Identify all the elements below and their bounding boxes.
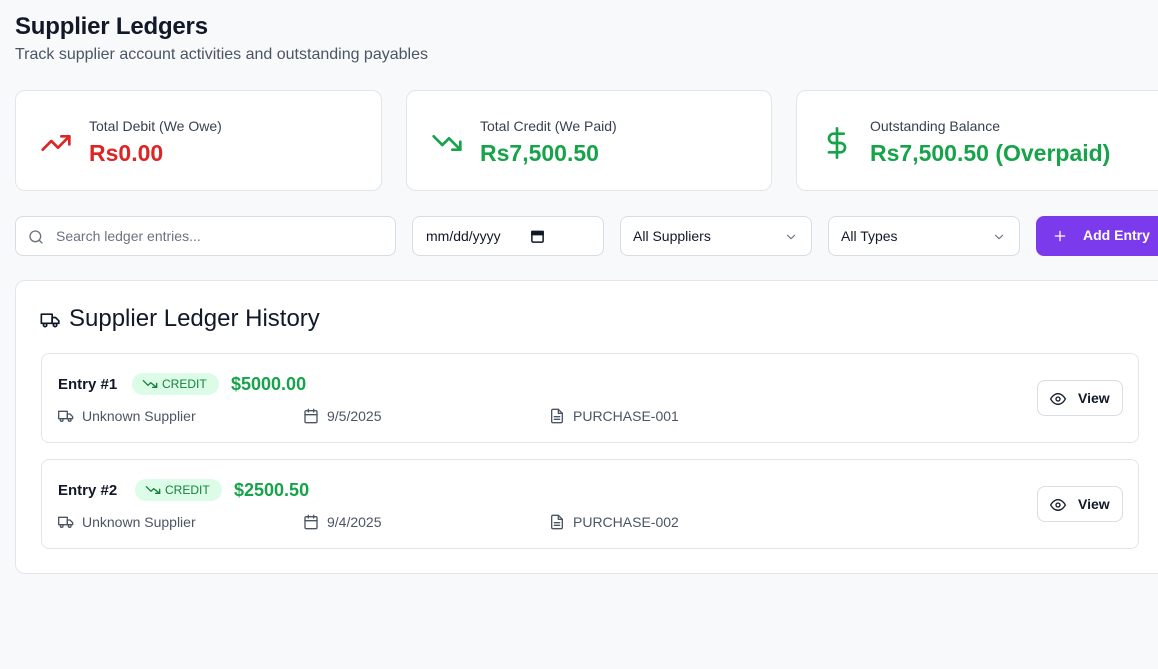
calendar-icon[interactable]: [530, 229, 545, 244]
calendar-icon: [304, 408, 318, 424]
truck-icon: [58, 410, 74, 422]
add-entry-label: Add Entry: [1083, 227, 1150, 243]
date-value: 9/4/2025: [327, 514, 382, 530]
stat-label: Total Credit (We Paid): [480, 118, 617, 134]
badge-label: CREDIT: [162, 377, 207, 391]
entry-title: Entry #1: [58, 376, 118, 393]
trending-down-icon: [432, 135, 462, 151]
entry-supplier: Unknown Supplier: [58, 514, 196, 530]
page-subtitle: Track supplier account activities and ou…: [15, 46, 428, 63]
entry-amount: $5000.00: [231, 374, 307, 394]
entry-date: 9/4/2025: [303, 514, 382, 530]
supplier-name: Unknown Supplier: [82, 408, 196, 424]
date-value: 9/5/2025: [327, 408, 382, 424]
page-title: Supplier Ledgers: [15, 13, 208, 40]
search-icon: [29, 230, 43, 244]
reference-value: PURCHASE-002: [573, 514, 679, 530]
badge-label: CREDIT: [165, 483, 210, 497]
supplier-select-value: All Suppliers: [633, 228, 711, 244]
view-label: View: [1078, 496, 1110, 512]
section-title: Supplier Ledger History: [69, 305, 320, 332]
trending-up-icon: [41, 135, 71, 151]
eye-icon: [1050, 499, 1066, 511]
ledger-history-panel: Supplier Ledger History Entry #1 CREDIT …: [15, 280, 1158, 574]
type-select[interactable]: All Types: [828, 216, 1020, 256]
entry-date: 9/5/2025: [303, 408, 382, 424]
stat-card-balance: Outstanding Balance Rs7,500.50 (Overpaid…: [796, 90, 1158, 191]
ledger-entry: Entry #1 CREDIT $5000.00 Unknown Supplie…: [41, 353, 1139, 443]
stat-value: Rs7,500.50: [480, 140, 599, 166]
chevron-down-icon: [786, 234, 796, 240]
entry-reference: PURCHASE-002: [549, 514, 679, 530]
supplier-name: Unknown Supplier: [82, 514, 196, 530]
view-label: View: [1078, 390, 1110, 406]
document-icon: [551, 514, 563, 530]
stat-card-debit: Total Debit (We Owe) Rs0.00: [15, 90, 382, 191]
plus-icon: [1054, 230, 1066, 242]
date-input[interactable]: mm/dd/yyyy: [426, 228, 501, 244]
stat-value: Rs7,500.50 (Overpaid): [870, 140, 1111, 166]
entry-supplier: Unknown Supplier: [58, 408, 196, 424]
ledger-entry: Entry #2 CREDIT $2500.50 Unknown Supplie…: [41, 459, 1139, 549]
search-input[interactable]: [56, 217, 396, 255]
stat-value: Rs0.00: [89, 140, 164, 166]
entry-title: Entry #2: [58, 482, 118, 499]
chevron-down-icon: [994, 234, 1004, 240]
trending-down-icon: [145, 486, 161, 494]
stat-card-credit: Total Credit (We Paid) Rs7,500.50: [406, 90, 772, 191]
status-badge: CREDIT: [135, 479, 222, 501]
view-button[interactable]: View: [1037, 486, 1123, 522]
document-icon: [551, 408, 563, 424]
reference-value: PURCHASE-001: [573, 408, 679, 424]
view-button[interactable]: View: [1037, 380, 1123, 416]
status-badge: CREDIT: [132, 373, 219, 395]
date-filter[interactable]: mm/dd/yyyy: [412, 216, 604, 256]
calendar-icon: [304, 514, 318, 530]
dollar-icon: [827, 127, 847, 159]
entry-reference: PURCHASE-001: [549, 408, 679, 424]
search-box[interactable]: [15, 216, 396, 256]
trending-down-icon: [142, 380, 158, 388]
eye-icon: [1050, 393, 1066, 405]
entry-amount: $2500.50: [234, 480, 310, 500]
supplier-select[interactable]: All Suppliers: [620, 216, 812, 256]
type-select-value: All Types: [841, 228, 898, 244]
stat-label: Total Debit (We Owe): [89, 118, 222, 134]
stat-label: Outstanding Balance: [870, 118, 1000, 134]
truck-icon: [40, 313, 60, 328]
add-entry-button[interactable]: Add Entry: [1036, 216, 1158, 256]
truck-icon: [58, 516, 74, 528]
